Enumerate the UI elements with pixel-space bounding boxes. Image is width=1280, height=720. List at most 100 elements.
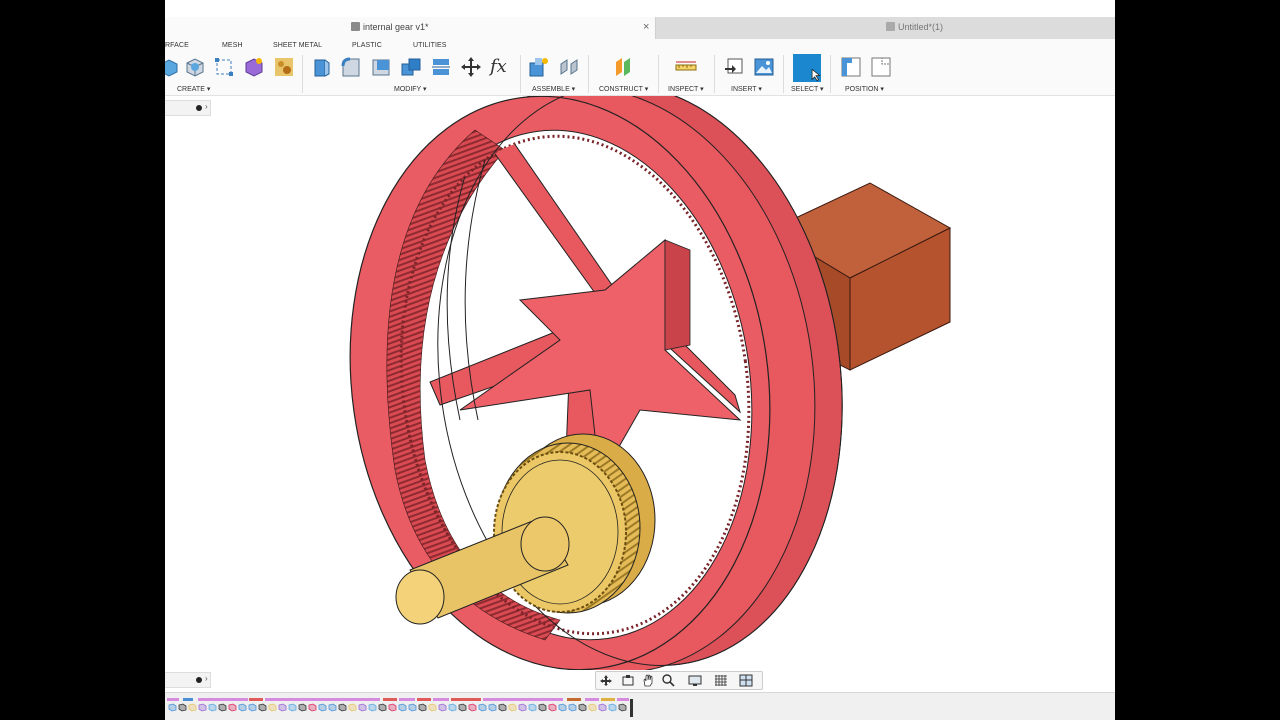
timeline-feature-icon[interactable]	[278, 703, 287, 712]
look-at-icon[interactable]	[621, 674, 635, 687]
timeline-feature-icon[interactable]	[588, 703, 597, 712]
timeline-feature-icon[interactable]	[198, 703, 207, 712]
box-icon[interactable]	[184, 56, 206, 78]
timeline-feature-icon[interactable]	[468, 703, 477, 712]
comments-panel-collapsed[interactable]: ›	[165, 672, 211, 688]
timeline-feature-icon[interactable]	[308, 703, 317, 712]
timeline-feature-icon[interactable]	[568, 703, 577, 712]
timeline-feature-icon[interactable]	[268, 703, 277, 712]
timeline-feature-icon[interactable]	[208, 703, 217, 712]
close-tab-button[interactable]: ×	[643, 21, 649, 33]
tab-untitled[interactable]: Untitled*(1)	[656, 17, 1115, 39]
timeline-feature-icon[interactable]	[618, 703, 627, 712]
select-icon[interactable]	[793, 54, 821, 82]
comments-toggle-icon[interactable]	[196, 677, 202, 683]
timeline-feature-icon[interactable]	[368, 703, 377, 712]
workspace-tab-utilities[interactable]: UTILITIES	[413, 42, 447, 49]
workspace-tab-sheet-metal[interactable]: SHEET METAL	[273, 42, 322, 49]
timeline-feature-icon[interactable]	[338, 703, 347, 712]
insert-menu[interactable]: INSERT ▾	[731, 85, 762, 93]
timeline-feature-icon[interactable]	[248, 703, 257, 712]
pan-icon[interactable]	[641, 674, 655, 687]
timeline-feature-icon[interactable]	[578, 703, 587, 712]
timeline-feature-icon[interactable]	[348, 703, 357, 712]
insert-image-icon[interactable]	[753, 56, 775, 78]
select-menu[interactable]: SELECT ▾	[791, 85, 824, 93]
timeline-feature-icon[interactable]	[558, 703, 567, 712]
timeline-feature-icon[interactable]	[408, 703, 417, 712]
tab-active-title: internal gear v1*	[351, 22, 429, 32]
timeline-feature-icon[interactable]	[358, 703, 367, 712]
timeline-group-bar	[617, 698, 629, 701]
offset-plane-icon[interactable]	[612, 56, 634, 78]
workspace-tab-plastic[interactable]: PLASTIC	[352, 42, 382, 49]
parameters-icon[interactable]: fx	[490, 56, 512, 78]
workspace-tab-surface[interactable]: RFACE	[165, 42, 189, 49]
timeline-feature-icon[interactable]	[388, 703, 397, 712]
workspace-tab-mesh[interactable]: MESH	[222, 42, 243, 49]
timeline-feature-icon[interactable]	[178, 703, 187, 712]
timeline-feature-icon[interactable]	[418, 703, 427, 712]
capture-position-icon[interactable]	[840, 56, 862, 78]
move-icon[interactable]	[460, 56, 482, 78]
texture-icon[interactable]	[273, 56, 295, 78]
timeline-feature-icon[interactable]	[518, 703, 527, 712]
position-menu[interactable]: POSITION ▾	[845, 85, 884, 93]
timeline-feature-icon[interactable]	[608, 703, 617, 712]
zoom-icon[interactable]	[661, 674, 675, 687]
inspect-menu[interactable]: INSPECT ▾	[668, 85, 704, 93]
sketch-icon[interactable]	[213, 56, 235, 78]
measure-icon[interactable]	[675, 56, 697, 78]
tab-internal-gear[interactable]: internal gear v1* ×	[165, 17, 656, 39]
timeline-feature-icon[interactable]	[238, 703, 247, 712]
construct-menu[interactable]: CONSTRUCT ▾	[599, 85, 648, 93]
comments-expand-icon[interactable]: ›	[205, 674, 208, 683]
timeline-feature-icon[interactable]	[378, 703, 387, 712]
timeline-feature-icon[interactable]	[508, 703, 517, 712]
timeline-feature-icon[interactable]	[298, 703, 307, 712]
press-pull-icon[interactable]	[310, 56, 332, 78]
timeline-feature-icon[interactable]	[598, 703, 607, 712]
timeline-feature-icon[interactable]	[438, 703, 447, 712]
timeline-feature-icon[interactable]	[428, 703, 437, 712]
toolbar-separator	[588, 55, 589, 93]
timeline-feature-icon[interactable]	[228, 703, 237, 712]
surface-extrude-icon[interactable]	[165, 56, 179, 78]
fillet-icon[interactable]	[340, 56, 362, 78]
timeline-feature-icon[interactable]	[398, 703, 407, 712]
display-settings-icon[interactable]	[688, 674, 702, 687]
joint-icon[interactable]	[558, 56, 580, 78]
new-component-icon[interactable]	[528, 56, 550, 78]
timeline-feature-icon[interactable]	[258, 703, 267, 712]
align-icon[interactable]	[430, 56, 452, 78]
timeline-feature-icon[interactable]	[188, 703, 197, 712]
modify-menu[interactable]: MODIFY ▾	[394, 85, 427, 93]
timeline-feature-icon[interactable]	[488, 703, 497, 712]
timeline-feature-icon[interactable]	[478, 703, 487, 712]
timeline-feature-icon[interactable]	[528, 703, 537, 712]
viewports-icon[interactable]	[739, 674, 753, 687]
timeline-feature-icon[interactable]	[218, 703, 227, 712]
shell-icon[interactable]	[370, 56, 392, 78]
timeline-feature-icon[interactable]	[448, 703, 457, 712]
timeline-feature-icon[interactable]	[328, 703, 337, 712]
orbit-icon[interactable]	[599, 674, 613, 687]
sphere-icon[interactable]	[243, 56, 265, 78]
timeline-feature-icon[interactable]	[498, 703, 507, 712]
combine-icon[interactable]	[400, 56, 422, 78]
create-menu[interactable]: CREATE ▾	[177, 85, 210, 93]
insert-derive-icon[interactable]	[723, 56, 745, 78]
timeline-feature-icon[interactable]	[168, 703, 177, 712]
timeline-marker[interactable]	[630, 699, 633, 717]
revert-position-icon[interactable]	[870, 56, 892, 78]
timeline-feature-icon[interactable]	[288, 703, 297, 712]
timeline-feature-icon[interactable]	[538, 703, 547, 712]
3d-viewport[interactable]	[165, 96, 1115, 670]
grid-icon[interactable]	[714, 674, 728, 687]
timeline-group-bar	[585, 698, 599, 701]
timeline-feature-icon[interactable]	[458, 703, 467, 712]
timeline-feature-icon[interactable]	[318, 703, 327, 712]
assemble-menu[interactable]: ASSEMBLE ▾	[532, 85, 575, 93]
timeline-feature-icon[interactable]	[548, 703, 557, 712]
fusion-window: internal gear v1* × Untitled*(1) RFACE M…	[165, 0, 1115, 720]
